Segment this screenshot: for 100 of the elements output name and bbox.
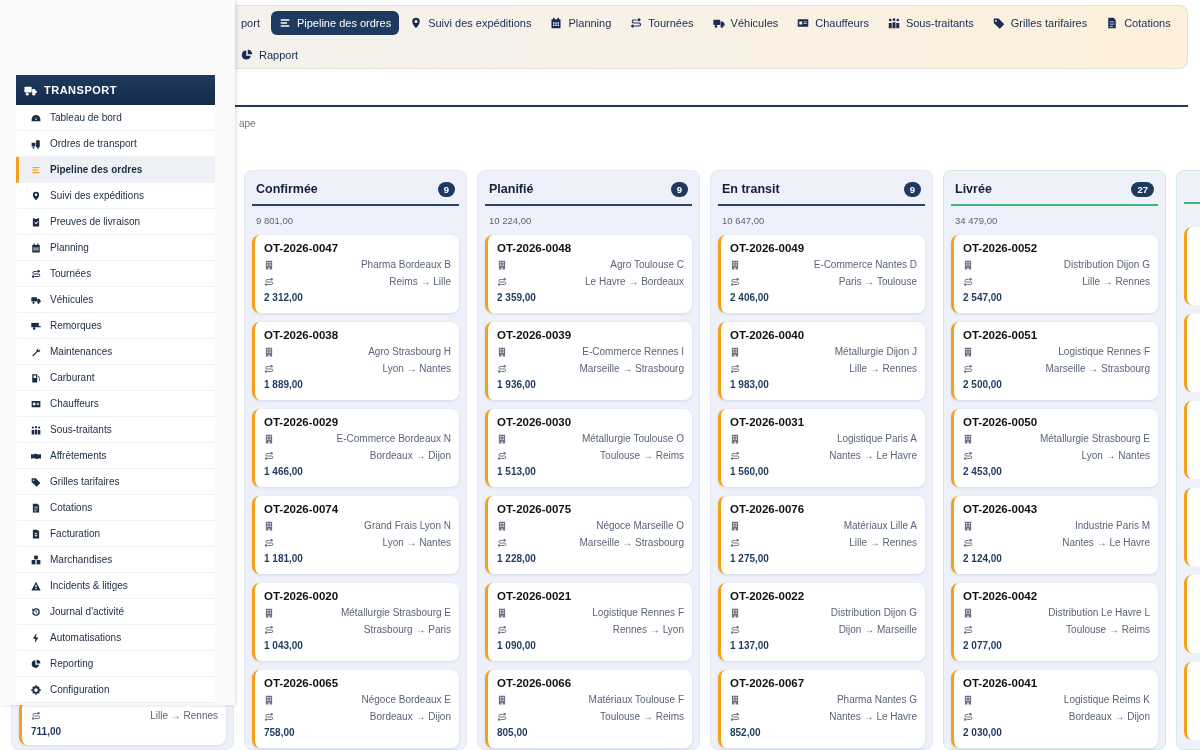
nav-tab[interactable]: Véhicules xyxy=(704,11,787,35)
order-amount: 2 030,00 xyxy=(963,726,1003,740)
order-card[interactable]: OT-2026-0020 Métallurgie Strasbourg E Strasbourg → Paris 1 043,00 xyxy=(252,583,459,661)
order-card[interactable]: OT-2026-0074 Grand Frais Lyon N Lyon → Nantes 1 181,00 xyxy=(252,496,459,574)
route-icon xyxy=(963,624,973,635)
order-card[interactable]: OT-2026-0041 Logistique Reims K Bordeaux → Dijon 2 030,00 xyxy=(951,670,1158,748)
menu-item[interactable]: Suivi des expéditions xyxy=(16,183,215,209)
route-text: Toulouse → Reims xyxy=(1066,623,1150,637)
map-pin-icon xyxy=(410,17,423,29)
route-icon xyxy=(730,363,740,374)
nav-tab[interactable]: Pipeline des ordres xyxy=(270,11,400,35)
order-amount: 1 936,00 xyxy=(497,378,537,392)
nav-tab[interactable]: Planning xyxy=(542,11,620,35)
nav-tab[interactable]: Tournées xyxy=(622,11,702,35)
menu-item[interactable]: Incidents & litiges xyxy=(16,573,215,599)
route-text: Rennes → Lyon xyxy=(612,623,684,637)
order-card[interactable]: OT-2026-0047 Pharma Bordeaux B Reims → Lille 2 312,00 xyxy=(252,235,459,313)
column-title: En transit xyxy=(722,181,780,198)
building-icon xyxy=(730,520,740,531)
order-card[interactable]: OT-2026-0066 Matériaux Toulouse F Toulouse → Reims 805,00 xyxy=(485,670,692,748)
menu-item[interactable]: Facturation xyxy=(16,521,215,547)
menu-item[interactable]: Cotations xyxy=(16,495,215,521)
menu-item[interactable]: Véhicules xyxy=(16,287,215,313)
order-card[interactable]: OT-2026-0030 Métallurgie Toulouse O Toulouse → Reims 1 513,00 xyxy=(485,409,692,487)
order-amount: 1 228,00 xyxy=(497,552,537,566)
order-card[interactable]: OT-2026-0039 E-Commerce Rennes I Marseille → Strasbourg 1 936,00 xyxy=(485,322,692,400)
order-card[interactable]: OT-2026-0022 Distribution Dijon G Dijon → Marseille 1 137,00 xyxy=(718,583,925,661)
order-card[interactable]: OT-2026-0049 E-Commerce Nantes D Paris → Toulouse 2 406,00 xyxy=(718,235,925,313)
nav-tab[interactable]: Grilles tarifaires xyxy=(984,11,1096,35)
nav-tab[interactable]: Rapport xyxy=(233,43,307,67)
order-card[interactable]: OT-2026-0076 Matériaux Lille A Lille → Rennes 1 275,00 xyxy=(718,496,925,574)
menu-item[interactable]: Marchandises xyxy=(16,547,215,573)
order-card[interactable]: OT-2026-0052 Distribution Dijon G Lille → Rennes 2 547,00 xyxy=(951,235,1158,313)
menu-item[interactable]: Tournées xyxy=(16,261,215,287)
calendar-icon xyxy=(550,17,563,29)
order-amount: 2 547,00 xyxy=(963,291,1003,305)
menu-item[interactable]: Automatisations xyxy=(16,625,215,651)
menu-item[interactable]: Planning xyxy=(16,235,215,261)
menu-item[interactable]: Maintenances xyxy=(16,339,215,365)
order-card[interactable]: OT-2026-0021 Logistique Rennes F Rennes → Lyon 1 090,00 xyxy=(485,583,692,661)
order-card[interactable]: OT-2026-0029 E-Commerce Bordeaux N Bordeaux → Dijon 1 466,00 xyxy=(252,409,459,487)
menu-item[interactable]: Configuration xyxy=(16,677,215,703)
nav-tab[interactable]: Sous-traitants xyxy=(879,11,982,35)
menu-item[interactable]: Preuves de livraison xyxy=(16,209,215,235)
order-id: OT-2026-0031 xyxy=(730,415,806,430)
menu-item[interactable]: Reporting xyxy=(16,651,215,677)
order-id: OT-2026-0043 xyxy=(963,502,1039,517)
people-icon xyxy=(31,424,41,435)
client-name: Matériaux Toulouse F xyxy=(588,693,684,707)
nav-tab[interactable]: port xyxy=(233,11,268,35)
route-icon xyxy=(497,537,507,548)
order-amount: 1 560,00 xyxy=(730,465,770,479)
order-card[interactable]: OT-2026-0048 Agro Toulouse C Le Havre → Bordeaux 2 359,00 xyxy=(485,235,692,313)
order-card[interactable]: OT-2026-0067 Pharma Nantes G Nantes → Le Havre 852,00 xyxy=(718,670,925,748)
order-id: OT-2026-0067 xyxy=(730,676,806,691)
building-icon xyxy=(497,607,507,618)
building-icon xyxy=(497,433,507,444)
nav-tab[interactable]: Chauffeurs xyxy=(789,11,877,35)
route-icon xyxy=(730,276,740,287)
client-name: E-Commerce Nantes D xyxy=(813,258,917,272)
pie-chart-icon xyxy=(241,49,253,61)
route-icon xyxy=(730,624,740,635)
building-icon xyxy=(730,433,740,444)
nav-tab[interactable]: Cotations xyxy=(1098,11,1179,35)
order-id: OT-2026-0052 xyxy=(963,241,1039,256)
route-icon xyxy=(730,537,740,548)
order-amount: 711,00 xyxy=(31,725,63,739)
order-card[interactable]: OT-2026-0043 Industrie Paris M Nantes → Le Havre 2 124,00 xyxy=(951,496,1158,574)
client-name: Métallurgie Dijon J xyxy=(834,345,917,359)
menu-item[interactable]: Chauffeurs xyxy=(16,391,215,417)
order-id: OT-2026-0039 xyxy=(497,328,573,343)
menu-item[interactable]: Affrètements xyxy=(16,443,215,469)
route-icon xyxy=(730,711,740,722)
route-icon xyxy=(264,537,274,548)
trailer-icon xyxy=(31,320,41,331)
menu-item[interactable]: Carburant xyxy=(16,365,215,391)
order-id: OT-2026-0038 xyxy=(264,328,340,343)
route-icon xyxy=(963,363,973,374)
nav-tab[interactable]: Suivi des expéditions xyxy=(402,11,540,35)
order-card[interactable]: OT-2026-0031 Logistique Paris A Nantes → Le Havre 1 560,00 xyxy=(718,409,925,487)
order-card[interactable]: OT-2026-0075 Négoce Marseille O Marseille → Strasbourg 1 228,00 xyxy=(485,496,692,574)
menu-item[interactable]: Tableau de bord xyxy=(16,105,215,131)
route-text: Nantes → Le Havre xyxy=(829,449,917,463)
fuel-pump-icon xyxy=(31,372,41,383)
order-card[interactable]: OT-2026-0038 Agro Strasbourg H Lyon → Nantes 1 889,00 xyxy=(252,322,459,400)
order-card[interactable]: OT-2026-0051 Logistique Rennes F Marseille → Strasbourg 2 500,00 xyxy=(951,322,1158,400)
route-text: Nantes → Le Havre xyxy=(829,710,917,724)
order-card[interactable]: OT-2026-0065 Négoce Bordeaux E Bordeaux → Dijon 758,00 xyxy=(252,670,459,748)
count-badge: 27 xyxy=(1131,181,1154,197)
order-card[interactable]: OT-2026-0042 Distribution Le Havre L Toulouse → Reims 2 077,00 xyxy=(951,583,1158,661)
menu-item[interactable]: Sous-traitants xyxy=(16,417,215,443)
menu-item[interactable]: Journal d'activité xyxy=(16,599,215,625)
order-id: OT-2026-0051 xyxy=(963,328,1039,343)
order-card[interactable]: OT-2026-0050 Métallurgie Strasbourg E Lyon → Nantes 2 453,00 xyxy=(951,409,1158,487)
menu-item[interactable]: Grilles tarifaires xyxy=(16,469,215,495)
menu-item[interactable]: Remorques xyxy=(16,313,215,339)
order-card[interactable]: OT-2026-0040 Métallurgie Dijon J Lille → Rennes 1 983,00 xyxy=(718,322,925,400)
menu-item[interactable]: Pipeline des ordres xyxy=(16,157,215,183)
order-amount: 1 137,00 xyxy=(730,639,770,653)
order-id: OT-2026-0029 xyxy=(264,415,340,430)
